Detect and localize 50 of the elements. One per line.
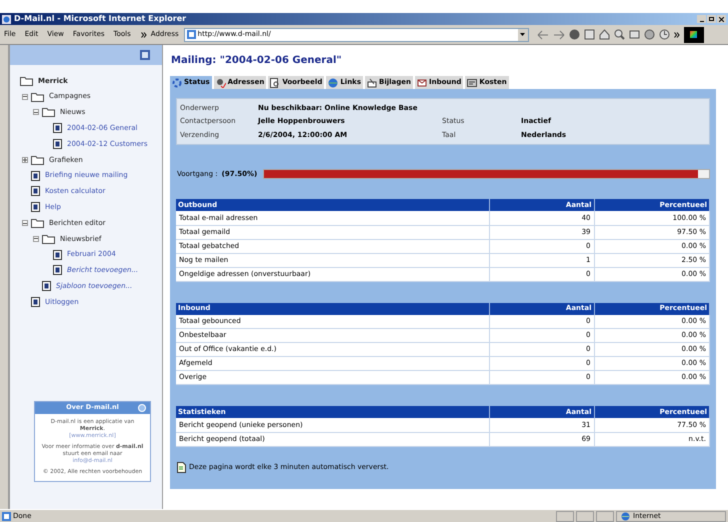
maximize-button[interactable] xyxy=(707,15,716,23)
windows-logo-icon xyxy=(684,26,704,42)
document-icon xyxy=(53,139,62,150)
document-icon xyxy=(53,123,62,134)
forward-icon[interactable] xyxy=(552,30,565,40)
collapse-toggle-icon[interactable] xyxy=(22,220,28,226)
status-pane xyxy=(596,510,614,522)
search-icon[interactable] xyxy=(614,29,625,40)
chevron-icon[interactable] xyxy=(674,32,680,38)
magnifier-page-icon xyxy=(270,78,280,88)
back-icon[interactable] xyxy=(536,30,549,40)
folder-icon xyxy=(31,92,44,102)
minimize-button[interactable] xyxy=(697,15,706,23)
document-icon xyxy=(53,265,62,276)
folder-icon xyxy=(42,234,55,244)
card-icon xyxy=(467,78,478,88)
history-icon[interactable] xyxy=(658,29,670,40)
dropdown-button[interactable] xyxy=(518,28,528,40)
collapse-toggle-icon[interactable] xyxy=(22,94,28,100)
person-check-icon xyxy=(216,78,226,88)
globe-icon xyxy=(328,78,338,88)
browser-icon xyxy=(2,14,11,24)
page-icon xyxy=(186,30,196,39)
chevron-icon[interactable] xyxy=(140,32,147,38)
close-button[interactable] xyxy=(717,15,726,23)
window-icon[interactable] xyxy=(140,50,150,60)
folder-icon xyxy=(20,76,33,86)
folder-icon xyxy=(31,218,44,228)
document-icon xyxy=(177,462,186,472)
caret-icon xyxy=(520,33,526,36)
globe-icon xyxy=(621,512,630,520)
page-title: Mailing: "2004-02-06 General" xyxy=(171,54,343,68)
folder-icon xyxy=(31,154,44,165)
expand-toggle-icon[interactable] xyxy=(22,156,28,163)
collapse-toggle-icon[interactable] xyxy=(33,236,39,242)
collapse-toggle-icon[interactable] xyxy=(33,109,39,116)
document-icon xyxy=(42,281,51,292)
document-icon xyxy=(31,186,40,196)
info-icon[interactable] xyxy=(138,404,146,412)
status-pane xyxy=(576,510,594,522)
status-pane xyxy=(556,510,574,522)
window-title: D-Mail.nl - Microsoft Internet Explorer xyxy=(14,15,186,23)
document-icon xyxy=(31,297,40,308)
envelope-icon xyxy=(417,78,428,88)
document-icon xyxy=(53,250,62,260)
document-icon xyxy=(31,202,40,212)
page-icon xyxy=(2,512,11,520)
home-icon[interactable] xyxy=(598,29,610,40)
document-icon xyxy=(31,170,40,181)
folder-icon xyxy=(42,107,55,118)
